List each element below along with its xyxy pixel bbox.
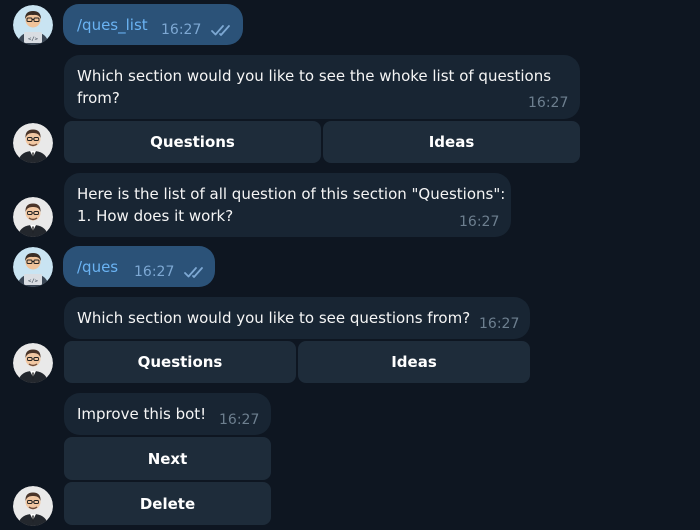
businessman-avatar-icon: [13, 486, 53, 526]
user-avatar[interactable]: [13, 5, 53, 45]
message-text-line: from?: [77, 89, 120, 107]
message-text-line: Improve this bot!: [77, 405, 207, 423]
message-bubble-incoming: Improve this bot! 16:27: [64, 393, 271, 435]
businessman-avatar-icon: [13, 123, 53, 163]
message-bubble-incoming: Which section would you like to see ques…: [64, 297, 530, 339]
businessman-avatar-icon: [13, 343, 53, 383]
developer-avatar-icon: [13, 247, 53, 287]
message-time: 16:27: [161, 22, 202, 38]
double-check-icon: [184, 265, 208, 279]
message-time: 16:27: [459, 214, 500, 230]
double-check-icon: [211, 23, 235, 37]
message-time: 16:27: [528, 95, 569, 111]
keyboard-button-next[interactable]: Next: [64, 437, 271, 480]
message-text-line: Which section would you like to see ques…: [77, 309, 471, 327]
bot-avatar[interactable]: [13, 197, 53, 237]
message-bubble-incoming: Which section would you like to see the …: [64, 55, 580, 119]
message-bubble-incoming: Here is the list of all question of this…: [64, 173, 511, 237]
message-bubble-outgoing[interactable]: /ques_list 16:27: [63, 4, 243, 45]
developer-avatar-icon: [13, 5, 53, 45]
message-time: 16:27: [479, 316, 520, 332]
message-text-line: 1. How does it work?: [77, 207, 234, 225]
message-text-line: Which section would you like to see the …: [77, 67, 552, 85]
bot-avatar[interactable]: [13, 343, 53, 383]
command-link[interactable]: /ques: [77, 257, 118, 277]
businessman-avatar-icon: [13, 197, 53, 237]
message-time: 16:27: [219, 412, 260, 428]
message-time: 16:27: [134, 264, 175, 280]
bot-avatar[interactable]: [13, 486, 53, 526]
keyboard-button-ideas[interactable]: Ideas: [323, 121, 580, 163]
bot-avatar[interactable]: [13, 123, 53, 163]
message-bubble-outgoing[interactable]: /ques 16:27: [63, 246, 215, 287]
user-avatar[interactable]: [13, 247, 53, 287]
keyboard-button-ideas[interactable]: Ideas: [298, 341, 530, 383]
keyboard-button-questions[interactable]: Questions: [64, 341, 296, 383]
command-link[interactable]: /ques_list: [77, 15, 148, 35]
keyboard-button-delete[interactable]: Delete: [64, 482, 271, 525]
keyboard-button-questions[interactable]: Questions: [64, 121, 321, 163]
message-text-line: Here is the list of all question of this…: [77, 185, 506, 203]
